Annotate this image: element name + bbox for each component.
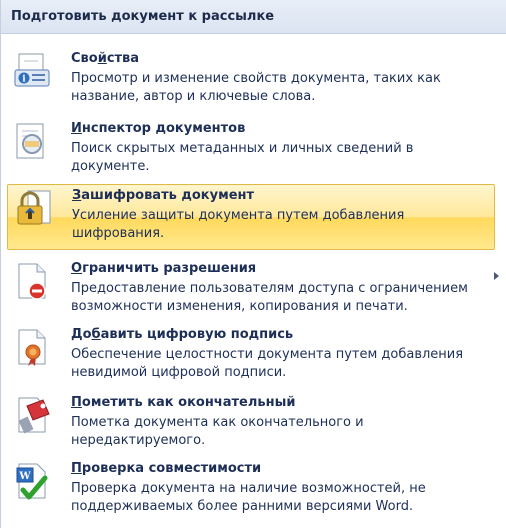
- menu-item-description: Просмотр и изменение свойств документа, …: [71, 71, 441, 104]
- menu-item-description: Предоставление пользователям доступа с о…: [71, 281, 468, 314]
- menu-item-description: Пометка документа как окончательного и н…: [71, 415, 364, 448]
- lock-document-icon: [14, 189, 52, 229]
- restrict-permission-icon: [13, 262, 51, 302]
- menu-item-document-inspector[interactable]: Инспектор документов Поиск скрытых метад…: [7, 118, 495, 184]
- document-properties-icon: i: [13, 52, 51, 92]
- svg-text:i: i: [22, 75, 26, 85]
- menu-item-description: Поиск скрытых метаданных и личных сведен…: [71, 141, 414, 174]
- prepare-menu: Подготовить документ к рассылке i Свойст…: [0, 0, 506, 528]
- svg-text:W: W: [18, 471, 31, 482]
- menu-item-description: Проверка документа на наличие возможност…: [71, 481, 426, 514]
- menu-item-description: Обеспечение целостности документа путем …: [71, 347, 464, 380]
- digital-signature-icon: [13, 328, 51, 368]
- menu-item-title: Пометить как окончательный: [71, 395, 296, 410]
- menu-item-description: Усиление защиты документа путем добавлен…: [72, 208, 405, 241]
- menu-item-mark-final[interactable]: Пометить как окончательный Пометка докум…: [7, 392, 495, 458]
- compatibility-checker-icon: W: [13, 462, 51, 502]
- menu-item-title: Зашифровать документ: [72, 188, 255, 203]
- menu-item-restrict-permission[interactable]: Ограничить разрешения Предоставление пол…: [7, 258, 499, 324]
- menu-item-digital-signature[interactable]: Добавить цифровую подпись Обеспечение це…: [7, 324, 495, 390]
- document-inspector-icon: [13, 122, 51, 162]
- menu-item-compatibility-checker[interactable]: W Проверка совместимости Проверка докуме…: [7, 458, 495, 524]
- mark-final-icon: [13, 396, 51, 436]
- menu-item-title: Добавить цифровую подпись: [71, 327, 294, 342]
- menu-item-encrypt-document[interactable]: Зашифровать документ Усиление защиты док…: [7, 184, 495, 250]
- menu-item-title: Ограничить разрешения: [71, 261, 257, 276]
- menu-item-title: Инспектор документов: [71, 121, 246, 136]
- menu-header: Подготовить документ к рассылке: [1, 0, 506, 34]
- menu-item-title: Свойства: [71, 51, 140, 66]
- menu-item-properties[interactable]: i Свойства Просмотр и изменение свойств …: [7, 48, 495, 114]
- menu-item-title: Проверка совместимости: [71, 461, 262, 476]
- submenu-arrow-icon[interactable]: [494, 272, 499, 280]
